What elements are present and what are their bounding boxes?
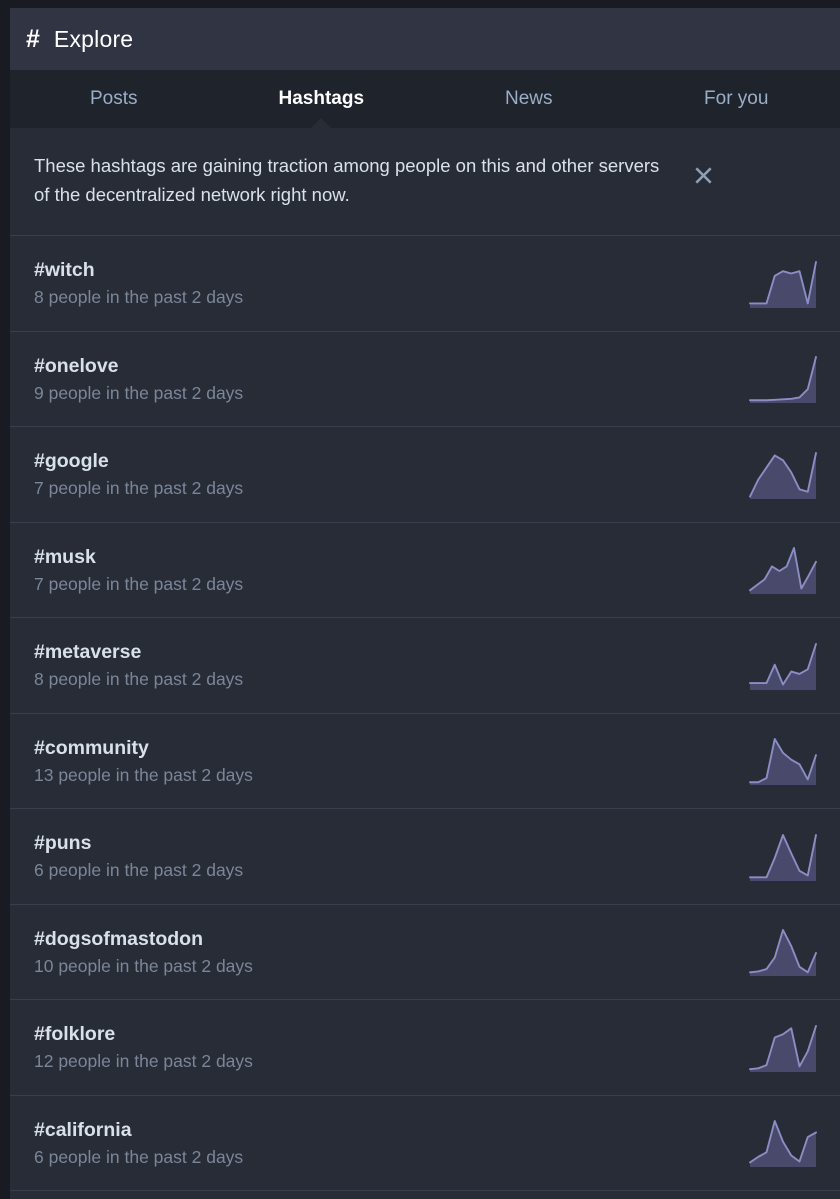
hashtag-info: #community 13 people in the past 2 days <box>34 735 253 788</box>
info-banner: These hashtags are gaining traction amon… <box>10 128 840 236</box>
hashtag-name[interactable]: #witch <box>34 257 243 283</box>
hashtag-info: #witch 8 people in the past 2 days <box>34 257 243 310</box>
hashtag-sparkline <box>748 258 818 310</box>
hashtag-usage-count: 6 people in the past 2 days <box>34 859 243 883</box>
tab-for-you[interactable]: For you <box>633 70 840 128</box>
hashtag-list: #witch 8 people in the past 2 days #onelov… <box>10 236 840 1191</box>
info-banner-text: These hashtags are gaining traction amon… <box>34 152 686 209</box>
tab-hashtags[interactable]: Hashtags <box>218 70 426 128</box>
hashtag-info: #google 7 people in the past 2 days <box>34 448 243 501</box>
hashtag-sparkline <box>748 831 818 883</box>
hashtag-row[interactable]: #california 6 people in the past 2 days <box>10 1096 840 1192</box>
hashtag-sparkline <box>748 926 818 978</box>
hashtag-row[interactable]: #google 7 people in the past 2 days <box>10 427 840 523</box>
hashtag-usage-count: 7 people in the past 2 days <box>34 573 243 597</box>
tab-label: For you <box>704 88 768 110</box>
hashtag-sparkline <box>748 544 818 596</box>
hashtag-row[interactable]: #onelove 9 people in the past 2 days <box>10 332 840 428</box>
hashtag-info: #onelove 9 people in the past 2 days <box>34 353 243 406</box>
hashtag-row[interactable]: #dogsofmastodon 10 people in the past 2 d… <box>10 905 840 1001</box>
hashtag-usage-count: 8 people in the past 2 days <box>34 668 243 692</box>
hashtag-usage-count: 8 people in the past 2 days <box>34 286 243 310</box>
hashtag-info: #folklore 12 people in the past 2 days <box>34 1021 253 1074</box>
hashtag-sparkline <box>748 640 818 692</box>
hashtag-info: #metaverse 8 people in the past 2 days <box>34 639 243 692</box>
explore-page: # Explore Posts Hashtags News For you These… <box>0 0 840 1199</box>
tab-posts[interactable]: Posts <box>10 70 218 128</box>
hashtag-name[interactable]: #california <box>34 1117 243 1143</box>
hashtag-info: #dogsofmastodon 10 people in the past 2 d… <box>34 926 253 979</box>
hashtag-sparkline <box>748 1117 818 1169</box>
hashtag-name[interactable]: #community <box>34 735 253 761</box>
hashtag-row[interactable]: #metaverse 8 people in the past 2 days <box>10 618 840 714</box>
tab-label: Hashtags <box>278 88 364 110</box>
explore-tabs: Posts Hashtags News For you <box>10 70 840 128</box>
column-header: # Explore <box>10 8 840 70</box>
hashtag-sparkline <box>748 1022 818 1074</box>
hashtag-usage-count: 10 people in the past 2 days <box>34 955 253 979</box>
hashtag-info: #puns 6 people in the past 2 days <box>34 830 243 883</box>
hashtag-info: #musk 7 people in the past 2 days <box>34 544 243 597</box>
hashtag-name[interactable]: #musk <box>34 544 243 570</box>
hashtag-name[interactable]: #dogsofmastodon <box>34 926 253 952</box>
page-title: Explore <box>54 26 133 53</box>
hashtag-row[interactable]: #puns 6 people in the past 2 days <box>10 809 840 905</box>
hashtag-row[interactable]: #musk 7 people in the past 2 days <box>10 523 840 619</box>
active-tab-pointer <box>310 118 332 129</box>
hashtag-sparkline <box>748 449 818 501</box>
explore-column: # Explore Posts Hashtags News For you These… <box>10 8 840 1199</box>
hashtag-usage-count: 7 people in the past 2 days <box>34 477 243 501</box>
hashtag-name[interactable]: #folklore <box>34 1021 253 1047</box>
hashtag-row[interactable]: #community 13 people in the past 2 days <box>10 714 840 810</box>
hashtag-icon: # <box>26 27 40 52</box>
hashtag-sparkline <box>748 353 818 405</box>
tab-label: Posts <box>90 88 138 110</box>
hashtag-name[interactable]: #onelove <box>34 353 243 379</box>
hashtag-usage-count: 6 people in the past 2 days <box>34 1146 243 1170</box>
hashtag-usage-count: 9 people in the past 2 days <box>34 382 243 406</box>
hashtag-usage-count: 13 people in the past 2 days <box>34 764 253 788</box>
hashtag-usage-count: 12 people in the past 2 days <box>34 1050 253 1074</box>
hashtag-name[interactable]: #puns <box>34 830 243 856</box>
hashtag-info: #california 6 people in the past 2 days <box>34 1117 243 1170</box>
close-icon[interactable] <box>686 158 720 192</box>
tab-label: News <box>505 88 553 110</box>
tab-news[interactable]: News <box>425 70 633 128</box>
hashtag-name[interactable]: #metaverse <box>34 639 243 665</box>
hashtag-sparkline <box>748 735 818 787</box>
hashtag-name[interactable]: #google <box>34 448 243 474</box>
hashtag-row[interactable]: #folklore 12 people in the past 2 days <box>10 1000 840 1096</box>
hashtag-row[interactable]: #witch 8 people in the past 2 days <box>10 236 840 332</box>
